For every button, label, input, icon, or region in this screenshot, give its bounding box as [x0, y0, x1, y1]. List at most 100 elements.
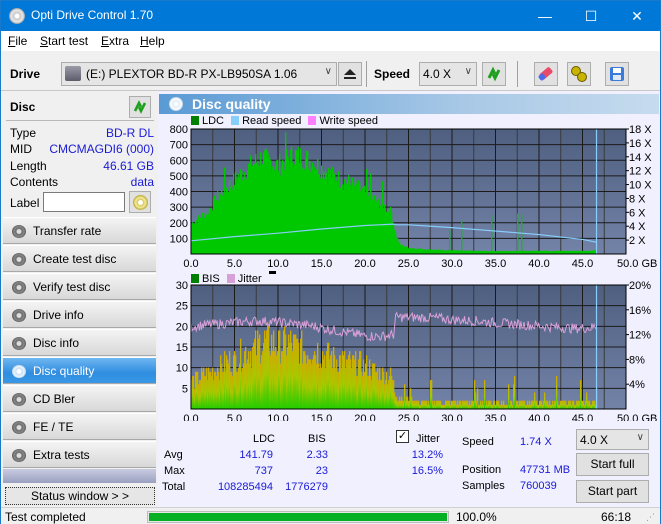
menu-file-label: ile	[15, 34, 28, 48]
menu-help[interactable]: Help	[140, 34, 165, 48]
close-button[interactable]: ✕	[614, 1, 660, 31]
disc-contents-row: Contents data	[10, 175, 154, 191]
nav-verify-test-disc[interactable]: Verify test disc	[3, 273, 156, 300]
disc-label-button[interactable]	[129, 191, 151, 213]
settings-button[interactable]	[567, 62, 591, 86]
x-tick-label: 30.0	[441, 413, 462, 421]
disc-label-key: Label	[10, 196, 40, 210]
y-tick-label-right: 4 X	[629, 221, 646, 233]
y-tick-label-right: 16%	[629, 305, 651, 317]
x-tick-label: 25.0	[398, 258, 419, 270]
erase-button[interactable]	[534, 62, 558, 86]
stats-max-label: Max	[164, 465, 185, 477]
refresh-button[interactable]	[482, 62, 506, 86]
stats-total-bis: 1776279	[285, 481, 328, 493]
nav-disc-quality[interactable]: Disc quality	[3, 357, 156, 384]
stats-max-bis: 23	[315, 465, 328, 477]
nav-label: Verify test disc	[33, 280, 111, 294]
minimize-button[interactable]: —	[522, 1, 568, 31]
disc-type-value: BD-R DL	[105, 126, 154, 140]
stats-total-label: Total	[162, 481, 186, 493]
disc-length-value: 46.61 GB	[103, 159, 154, 173]
stats-total-ldc: 108285494	[217, 481, 273, 493]
nav-transfer-rate[interactable]: Transfer rate	[3, 217, 156, 244]
eject-icon	[344, 69, 356, 79]
disc-contents-key: Contents	[10, 175, 59, 189]
bar	[449, 229, 451, 254]
maximize-button[interactable]: ☐	[568, 1, 614, 31]
nav-create-test-disc[interactable]: Create test disc	[3, 245, 156, 272]
speed-select[interactable]: 4.0 X ∨	[419, 62, 477, 86]
disc-divider	[6, 120, 154, 121]
nav-drive-info[interactable]: Drive info	[3, 301, 156, 328]
speed-label: Speed	[374, 67, 411, 81]
disc-refresh-button[interactable]	[129, 96, 151, 118]
y-tick-label-right: 4%	[629, 379, 645, 391]
app-disc-icon	[9, 8, 25, 24]
y-tick-label-left: 100	[170, 233, 188, 245]
stats-avg-label: Avg	[164, 449, 183, 461]
y-tick-label-left: 800	[170, 124, 188, 136]
toolbar-separator	[366, 61, 367, 87]
samples-value: 760039	[520, 480, 557, 492]
nav-label: Drive info	[33, 308, 84, 322]
eject-button[interactable]	[338, 62, 362, 86]
settings-icon	[571, 66, 587, 82]
x-tick-label: 50.0 GB	[617, 258, 657, 270]
cd-bler-icon	[12, 393, 26, 406]
stats-col-bis: BIS	[308, 433, 326, 445]
jitter-checkbox[interactable]: ✓	[396, 430, 409, 443]
menu-file[interactable]: File	[8, 34, 27, 48]
y-tick-label-right: 8 X	[629, 193, 646, 205]
start-part-button[interactable]: Start part	[576, 480, 649, 503]
menu-start-test[interactable]: Start test	[40, 34, 88, 48]
y-tick-label-right: 14 X	[629, 152, 652, 164]
x-tick-label: 45.0	[572, 258, 593, 270]
erase-icon	[538, 67, 553, 81]
test-speed-select[interactable]: 4.0 X ∨	[576, 429, 649, 450]
disc-length-key: Length	[10, 159, 47, 173]
position-label: Position	[462, 464, 502, 476]
menu-extra[interactable]: Extra	[101, 34, 129, 48]
nav-fe-te[interactable]: FE / TE	[3, 413, 156, 440]
y-tick-label-left: 10	[176, 363, 188, 375]
nav-label: Extra tests	[33, 448, 90, 462]
chevron-down-icon: ∨	[464, 66, 472, 77]
nav-filler	[3, 469, 156, 483]
drive-info-icon	[12, 309, 26, 322]
bar	[461, 220, 463, 254]
y-tick-label-right: 2 X	[629, 235, 646, 247]
nav-label: CD Bler	[33, 392, 76, 406]
y-tick-label-right: 8%	[629, 354, 645, 366]
samples-label: Samples	[462, 480, 505, 492]
x-tick-label: 35.0	[485, 258, 506, 270]
x-tick-label: 40.0	[528, 258, 549, 270]
disc-type-row: Type BD-R DL	[10, 126, 154, 142]
disc-header: Disc	[10, 100, 36, 114]
start-full-button[interactable]: Start full	[576, 453, 649, 476]
y-tick-label-right: 20%	[629, 280, 651, 292]
bar	[517, 213, 519, 254]
disc-length-row: Length 46.61 GB	[10, 159, 154, 175]
chevron-down-icon: ∨	[324, 66, 332, 77]
drive-select[interactable]: (E:) PLEXTOR BD-R PX-LB950SA 1.06 ∨	[61, 62, 337, 86]
toolbar-separator	[517, 61, 518, 87]
disc-mid-key: MID	[10, 142, 32, 156]
y-tick-label-right: 16 X	[629, 138, 652, 150]
resize-grip-icon[interactable]: ⋰	[646, 512, 655, 523]
nav-cd-bler[interactable]: CD Bler	[3, 385, 156, 412]
bar	[484, 380, 486, 409]
bar	[514, 375, 516, 409]
save-button[interactable]	[605, 62, 629, 86]
y-tick-label-right: 10 X	[629, 180, 652, 192]
toolbar: Drive (E:) PLEXTOR BD-R PX-LB950SA 1.06 …	[1, 51, 660, 91]
disc-label-input[interactable]	[43, 192, 125, 212]
x-tick-label: 15.0	[311, 258, 332, 270]
nav-extra-tests[interactable]: Extra tests	[3, 441, 156, 468]
bar	[521, 214, 523, 254]
nav-disc-info[interactable]: Disc info	[3, 329, 156, 356]
status-window-button[interactable]: Status window > >	[5, 487, 155, 505]
y-tick-label-left: 400	[170, 187, 188, 199]
nav-label: FE / TE	[33, 420, 74, 434]
jitter-label: Jitter	[416, 433, 440, 445]
